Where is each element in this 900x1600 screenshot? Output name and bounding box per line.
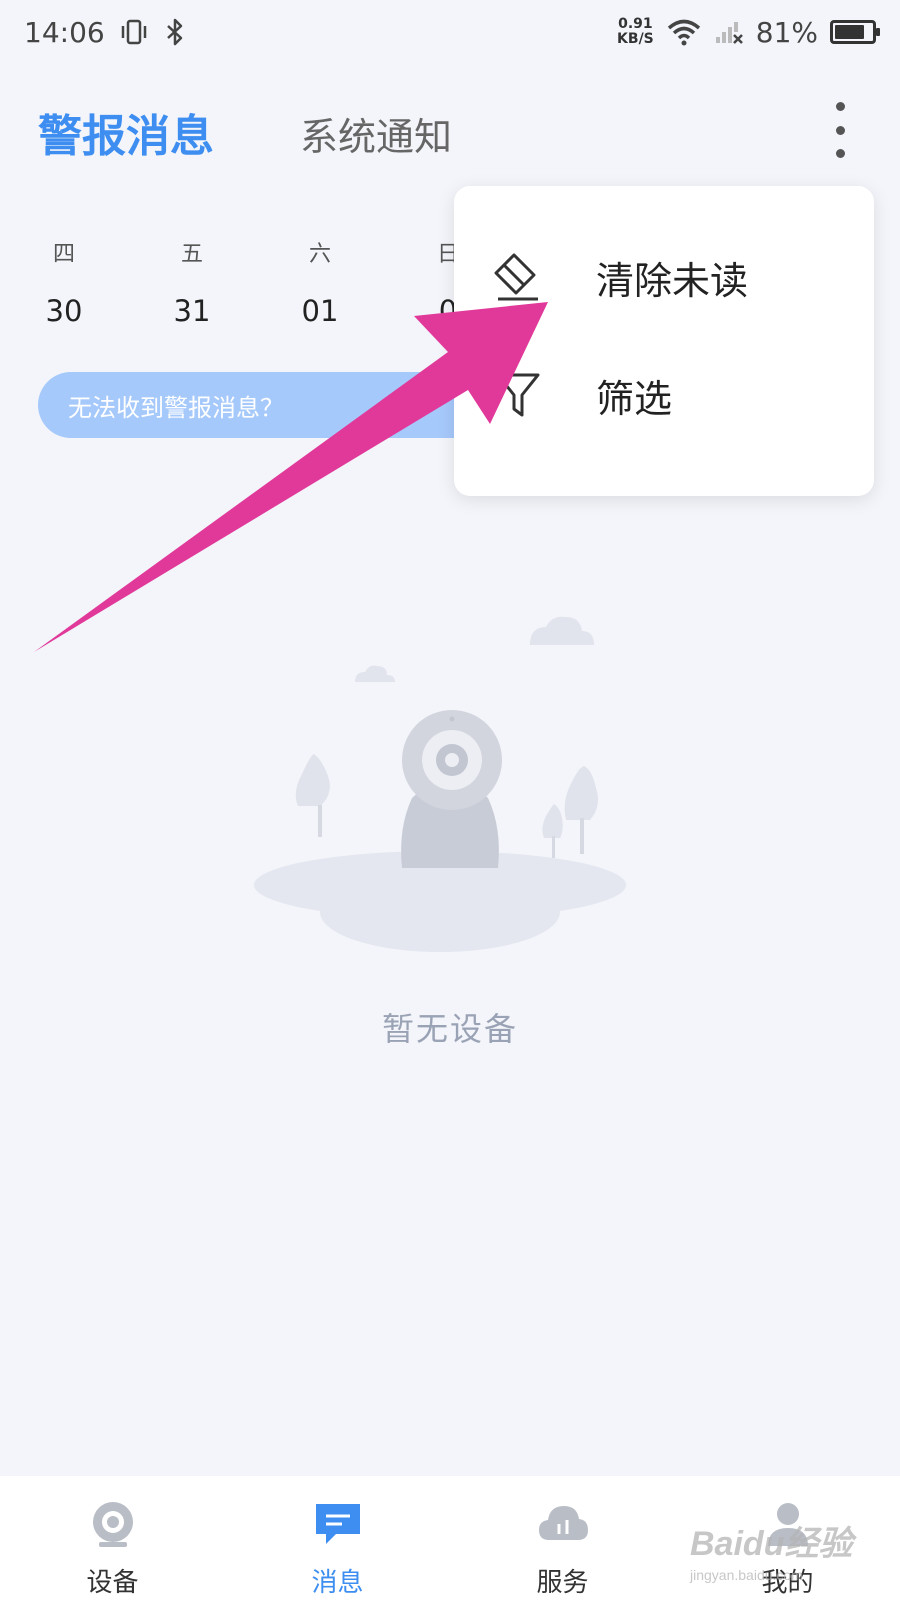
filter-icon bbox=[496, 373, 540, 417]
battery-icon bbox=[830, 20, 880, 44]
bluetooth-icon bbox=[166, 18, 182, 46]
net-speed: 0.91 KB/S bbox=[617, 17, 654, 47]
tab-system-notifications[interactable]: 系统通知 bbox=[300, 106, 452, 161]
help-banner-text: 无法收到警报消息？ bbox=[68, 393, 284, 422]
date-label: 31 bbox=[173, 294, 211, 328]
battery-percent: 81% bbox=[755, 15, 818, 49]
camera-icon bbox=[92, 1502, 133, 1547]
nav-label: 消息 bbox=[311, 1568, 364, 1598]
more-options-menu: 清除未读 筛选 bbox=[454, 186, 874, 496]
empty-camera-illustration bbox=[254, 616, 626, 952]
cloud-icon bbox=[538, 1506, 588, 1540]
status-time: 14:06 bbox=[24, 15, 105, 49]
nav-label: 服务 bbox=[536, 1568, 589, 1598]
nav-item-devices[interactable]: 设备 bbox=[0, 1476, 225, 1600]
signal-icon bbox=[715, 22, 743, 44]
more-dot bbox=[835, 149, 845, 158]
more-options-button[interactable] bbox=[820, 100, 860, 160]
net-speed-unit: KB/S bbox=[617, 31, 654, 47]
date-item[interactable]: 五 31 bbox=[162, 236, 222, 328]
menu-item-clear-unread[interactable]: 清除未读 bbox=[454, 222, 874, 332]
vibrate-icon bbox=[121, 19, 146, 45]
message-icon bbox=[315, 1504, 360, 1544]
wifi-icon bbox=[667, 19, 700, 46]
menu-item-filter[interactable]: 筛选 bbox=[454, 340, 874, 450]
watermark-url: jingyan.baidu.com bbox=[690, 1567, 803, 1583]
date-label: 01 bbox=[301, 294, 339, 328]
weekday-label: 六 bbox=[308, 242, 331, 267]
battery-fill bbox=[835, 25, 864, 39]
baidu-watermark: Baidu经验 jingyan.baidu.com bbox=[690, 1516, 880, 1600]
weekday-label: 五 bbox=[180, 242, 203, 267]
nav-item-services[interactable]: 服务 bbox=[450, 1476, 675, 1600]
watermark-logo: Baidu经验 bbox=[690, 1525, 853, 1563]
eraser-icon bbox=[494, 253, 538, 301]
more-dot bbox=[835, 102, 845, 111]
date-item[interactable]: 六 01 bbox=[290, 236, 350, 328]
nav-label: 设备 bbox=[86, 1568, 139, 1598]
net-speed-value: 0.91 bbox=[618, 16, 653, 32]
date-label: 30 bbox=[45, 294, 83, 328]
tab-alarm-messages[interactable]: 警报消息 bbox=[38, 100, 214, 164]
menu-item-label: 清除未读 bbox=[596, 258, 749, 303]
more-dot bbox=[835, 125, 845, 135]
empty-state-text: 暂无设备 bbox=[381, 1010, 518, 1048]
menu-item-label: 筛选 bbox=[596, 376, 673, 421]
weekday-label: 四 bbox=[52, 242, 75, 267]
header: 警报消息 系统通知 bbox=[0, 92, 900, 172]
date-item[interactable]: 四 30 bbox=[34, 236, 94, 328]
status-bar: 14:06 0.91 KB/S 81% bbox=[0, 0, 900, 64]
nav-item-messages[interactable]: 消息 bbox=[225, 1476, 450, 1600]
